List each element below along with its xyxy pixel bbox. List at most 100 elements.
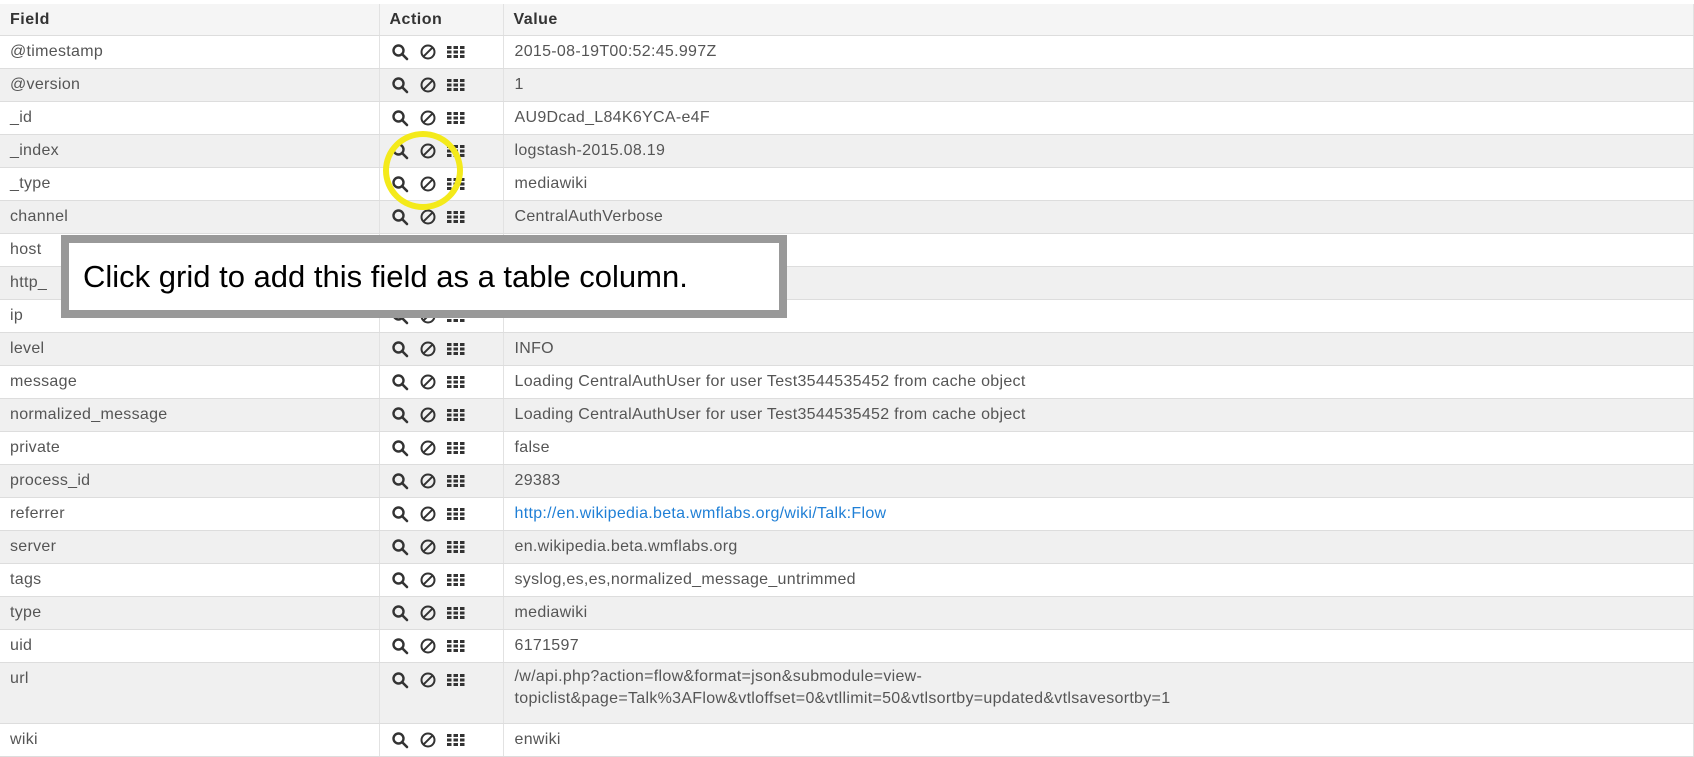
toggle-column-button[interactable] (446, 75, 466, 95)
filter-for-value-button[interactable] (390, 471, 410, 491)
filter-out-icon (419, 208, 437, 226)
toggle-column-button[interactable] (446, 603, 466, 623)
filter-out-value-button[interactable] (418, 108, 438, 128)
field-value-cell: Loading CentralAuthUser for user Test354… (503, 365, 1694, 399)
filter-for-value-button[interactable] (390, 603, 410, 623)
filter-out-icon (419, 439, 437, 457)
filter-for-value-button[interactable] (390, 570, 410, 590)
filter-for-value-button[interactable] (390, 372, 410, 392)
field-value-cell: CentralAuthVerbose (503, 200, 1694, 234)
filter-out-value-button[interactable] (418, 42, 438, 62)
filter-for-value-button[interactable] (390, 141, 410, 161)
table-row: @timestamp 2015-08-19T00:52:45.997Z (0, 35, 1694, 69)
filter-out-value-button[interactable] (418, 372, 438, 392)
field-value-cell: Loading CentralAuthUser for user Test354… (503, 398, 1694, 432)
table-row: message Loading CentralAuthUser for user … (0, 365, 1694, 399)
filter-for-value-button[interactable] (390, 108, 410, 128)
filter-out-value-button[interactable] (418, 207, 438, 227)
filter-out-icon (419, 472, 437, 490)
magnifier-icon (391, 175, 409, 193)
grid-columns-icon (446, 407, 465, 423)
filter-out-value-button[interactable] (418, 570, 438, 590)
filter-out-value-button[interactable] (418, 339, 438, 359)
toggle-column-button[interactable] (446, 570, 466, 590)
grid-columns-icon (446, 506, 465, 522)
action-cell (379, 398, 504, 432)
toggle-column-button[interactable] (446, 537, 466, 557)
filter-out-value-button[interactable] (418, 174, 438, 194)
field-name-cell: _id (0, 101, 380, 135)
filter-out-value-button[interactable] (418, 670, 438, 690)
toggle-column-button[interactable] (446, 339, 466, 359)
filter-out-value-button[interactable] (418, 603, 438, 623)
action-cell (379, 596, 504, 630)
filter-out-value-button[interactable] (418, 75, 438, 95)
filter-for-value-button[interactable] (390, 537, 410, 557)
filter-out-value-button[interactable] (418, 504, 438, 524)
filter-out-icon (419, 731, 437, 749)
grid-columns-icon (446, 77, 465, 93)
toggle-column-button[interactable] (446, 207, 466, 227)
toggle-column-button[interactable] (446, 730, 466, 750)
filter-out-value-button[interactable] (418, 730, 438, 750)
filter-for-value-button[interactable] (390, 730, 410, 750)
table-row: type mediawiki (0, 596, 1694, 630)
filter-for-value-button[interactable] (390, 75, 410, 95)
filter-for-value-button[interactable] (390, 438, 410, 458)
toggle-column-button[interactable] (446, 636, 466, 656)
filter-for-value-button[interactable] (390, 504, 410, 524)
field-name-cell: type (0, 596, 380, 630)
field-name-cell: @timestamp (0, 35, 380, 69)
filter-for-value-button[interactable] (390, 174, 410, 194)
filter-for-value-button[interactable] (390, 207, 410, 227)
filter-out-icon (419, 142, 437, 160)
grid-columns-icon (446, 605, 465, 621)
toggle-column-button[interactable] (446, 372, 466, 392)
filter-for-value-button[interactable] (390, 42, 410, 62)
field-value-cell: 29383 (503, 464, 1694, 498)
toggle-column-button[interactable] (446, 670, 466, 690)
field-value-cell: enwiki (503, 723, 1694, 757)
action-buttons (390, 339, 503, 359)
filter-for-value-button[interactable] (390, 405, 410, 425)
filter-out-value-button[interactable] (418, 471, 438, 491)
magnifier-icon (391, 76, 409, 94)
grid-columns-icon (446, 209, 465, 225)
magnifier-icon (391, 406, 409, 424)
action-cell (379, 101, 504, 135)
magnifier-icon (391, 731, 409, 749)
field-value-cell: 2015-08-19T00:52:45.997Z (503, 35, 1694, 69)
action-cell (379, 134, 504, 168)
filter-out-icon (419, 505, 437, 523)
toggle-column-button[interactable] (446, 405, 466, 425)
filter-for-value-button[interactable] (390, 670, 410, 690)
field-value-cell: 1 (503, 68, 1694, 102)
field-value-cell: http://en.wikipedia.beta.wmflabs.org/wik… (503, 497, 1694, 531)
referrer-link[interactable]: http://en.wikipedia.beta.wmflabs.org/wik… (515, 505, 887, 522)
filter-for-value-button[interactable] (390, 339, 410, 359)
table-row: wiki enwiki (0, 723, 1694, 757)
field-name-cell: @version (0, 68, 380, 102)
table-row: tags syslog,es,es,normalized_message_untr… (0, 563, 1694, 597)
filter-for-value-button[interactable] (390, 636, 410, 656)
table-row: server en.wikipedia.beta.wmflabs.org (0, 530, 1694, 564)
filter-out-value-button[interactable] (418, 141, 438, 161)
magnifier-icon (391, 43, 409, 61)
toggle-column-button[interactable] (446, 108, 466, 128)
toggle-column-button[interactable] (446, 471, 466, 491)
toggle-column-button[interactable] (446, 438, 466, 458)
filter-out-value-button[interactable] (418, 636, 438, 656)
value-column-header: Value (503, 4, 1694, 36)
toggle-column-button[interactable] (446, 42, 466, 62)
toggle-column-button[interactable] (446, 174, 466, 194)
filter-out-icon (419, 604, 437, 622)
field-name-cell: tags (0, 563, 380, 597)
action-buttons (390, 141, 503, 161)
filter-out-value-button[interactable] (418, 405, 438, 425)
filter-out-value-button[interactable] (418, 537, 438, 557)
filter-out-icon (419, 109, 437, 127)
field-value-cell: en.wikipedia.beta.wmflabs.org (503, 530, 1694, 564)
toggle-column-button[interactable] (446, 504, 466, 524)
filter-out-value-button[interactable] (418, 438, 438, 458)
toggle-column-button[interactable] (446, 141, 466, 161)
